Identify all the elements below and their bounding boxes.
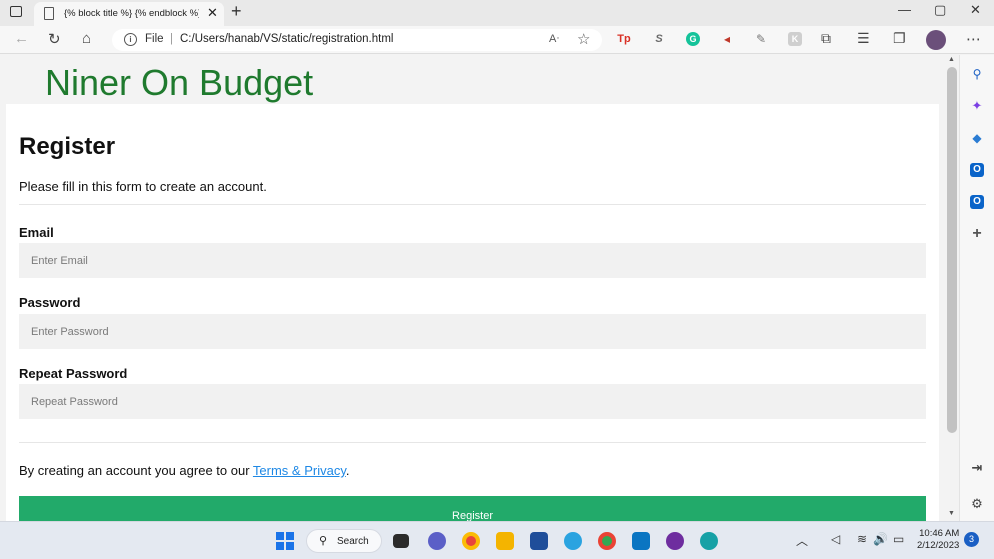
terms-suffix: . [345, 463, 350, 478]
search-icon: ⚲ [319, 535, 328, 547]
more-icon[interactable]: ⋯ [966, 30, 981, 48]
terms-prefix: By creating an account you agree to our [19, 463, 253, 478]
volume-icon[interactable]: 🔊 [873, 532, 888, 546]
document-icon [44, 7, 54, 20]
battery-icon[interactable]: ▭ [893, 532, 904, 546]
divider [19, 442, 926, 443]
tab-close-icon[interactable]: ✕ [207, 5, 218, 21]
extension-pen-icon[interactable]: ✎ [754, 32, 768, 46]
terms-link[interactable]: Terms & Privacy [253, 463, 346, 478]
email-field[interactable] [19, 243, 926, 278]
notification-badge[interactable]: 3 [964, 532, 979, 547]
task-view-icon[interactable] [393, 534, 409, 548]
tray-overflow-icon[interactable]: ︿ [796, 532, 808, 549]
clock-time: 10:46 AM [919, 528, 960, 539]
collections-icon[interactable]: ❐ [893, 30, 906, 47]
edge-icon[interactable] [700, 532, 718, 550]
avatar[interactable] [926, 30, 946, 50]
extension-s-icon[interactable]: S [652, 32, 666, 46]
copilot-icon[interactable]: ✦ [970, 99, 984, 113]
toolbar: ← ↻ ⌂ i File | C:/Users/hanab/VS/static/… [0, 26, 994, 54]
file-explorer-icon[interactable] [496, 532, 514, 550]
sidebar-collapse-icon[interactable]: ⇥ [970, 461, 984, 475]
start-icon[interactable] [276, 532, 294, 550]
store-icon[interactable] [530, 532, 548, 550]
chrome-profile-icon[interactable] [598, 532, 616, 550]
taskbar-search[interactable]: ⚲ Search [306, 529, 382, 553]
url-separator: | [170, 33, 173, 45]
chrome-icon[interactable] [462, 532, 480, 550]
favorites-icon[interactable]: ☰ [857, 30, 870, 47]
outlook2-icon[interactable]: O [970, 195, 984, 209]
search-icon[interactable]: ⚲ [970, 67, 984, 81]
address-bar[interactable]: i File | C:/Users/hanab/VS/static/regist… [112, 29, 602, 51]
new-tab-button[interactable]: + [231, 1, 242, 22]
refresh-button[interactable]: ↻ [48, 30, 61, 48]
home-button[interactable]: ⌂ [82, 30, 91, 47]
taskbar-search-label: Search [337, 536, 369, 547]
url-scheme-label: File [145, 33, 164, 45]
extension-tp-icon[interactable]: Tp [617, 32, 631, 46]
extensions-icon[interactable]: ⧉ [821, 30, 831, 47]
password-field[interactable] [19, 314, 926, 349]
grammarly-icon[interactable]: G [686, 32, 700, 46]
maximize-button[interactable]: ▢ [934, 2, 946, 18]
repeat-password-field[interactable] [19, 384, 926, 419]
taskbar: ⚲ Search ︿ ◁ ≋ 🔊 ▭ 10:46 AM 2/12/2023 3 [0, 521, 994, 559]
tab-active[interactable]: {% block title %} {% endblock %} ✕ [34, 2, 224, 26]
divider [19, 204, 926, 205]
teams-icon[interactable] [428, 532, 446, 550]
close-window-button[interactable]: ✕ [970, 2, 981, 18]
form-subtitle: Please fill in this form to create an ac… [19, 179, 267, 194]
telegram-icon[interactable] [564, 532, 582, 550]
scroll-up-icon[interactable]: ▲ [948, 56, 955, 63]
add-icon[interactable]: + [970, 226, 984, 242]
page-title: Register [19, 133, 116, 160]
extension-k-icon[interactable]: K [788, 32, 802, 46]
email-label: Email [19, 225, 54, 240]
back-button[interactable]: ← [14, 30, 29, 47]
scrollbar[interactable]: ▲ ▼ [945, 55, 959, 521]
minimize-button[interactable]: — [898, 2, 911, 17]
scroll-down-icon[interactable]: ▼ [948, 510, 955, 517]
register-button[interactable]: Register [19, 496, 926, 521]
tab-title: {% block title %} {% endblock %} [64, 8, 199, 19]
read-aloud-icon[interactable]: Aᐧ [549, 32, 559, 45]
page-viewport: Niner On Budget Register Please fill in … [0, 55, 945, 521]
info-icon[interactable]: i [124, 33, 137, 46]
favorite-icon[interactable]: ☆ [577, 30, 590, 48]
tab-actions-icon[interactable] [10, 6, 22, 17]
office-icon[interactable]: ◆ [970, 131, 984, 145]
url-text[interactable]: C:/Users/hanab/VS/static/registration.ht… [180, 33, 393, 45]
wifi-icon[interactable]: ≋ [857, 532, 867, 546]
scrollbar-thumb[interactable] [947, 67, 957, 433]
vscode-icon[interactable] [632, 532, 650, 550]
edge-sidebar: ⚲ ✦ ◆ O O + ⇥ ⚙ [959, 55, 994, 521]
terms-text: By creating an account you agree to our … [19, 463, 349, 478]
password-label: Password [19, 295, 81, 310]
clock[interactable]: 10:46 AM 2/12/2023 [917, 528, 959, 552]
extension-megaphone-icon[interactable]: ◂ [720, 32, 734, 46]
clock-date: 2/12/2023 [917, 540, 960, 551]
brand-title: Niner On Budget [45, 62, 314, 103]
settings-icon[interactable]: ⚙ [970, 497, 984, 511]
github-desktop-icon[interactable] [666, 532, 684, 550]
tab-strip: {% block title %} {% endblock %} ✕ + — ▢… [0, 0, 994, 26]
outlook-icon[interactable]: O [970, 163, 984, 177]
repeat-password-label: Repeat Password [19, 366, 128, 381]
registration-form: Register Please fill in this form to cre… [6, 104, 939, 521]
location-icon[interactable]: ◁ [831, 532, 840, 546]
